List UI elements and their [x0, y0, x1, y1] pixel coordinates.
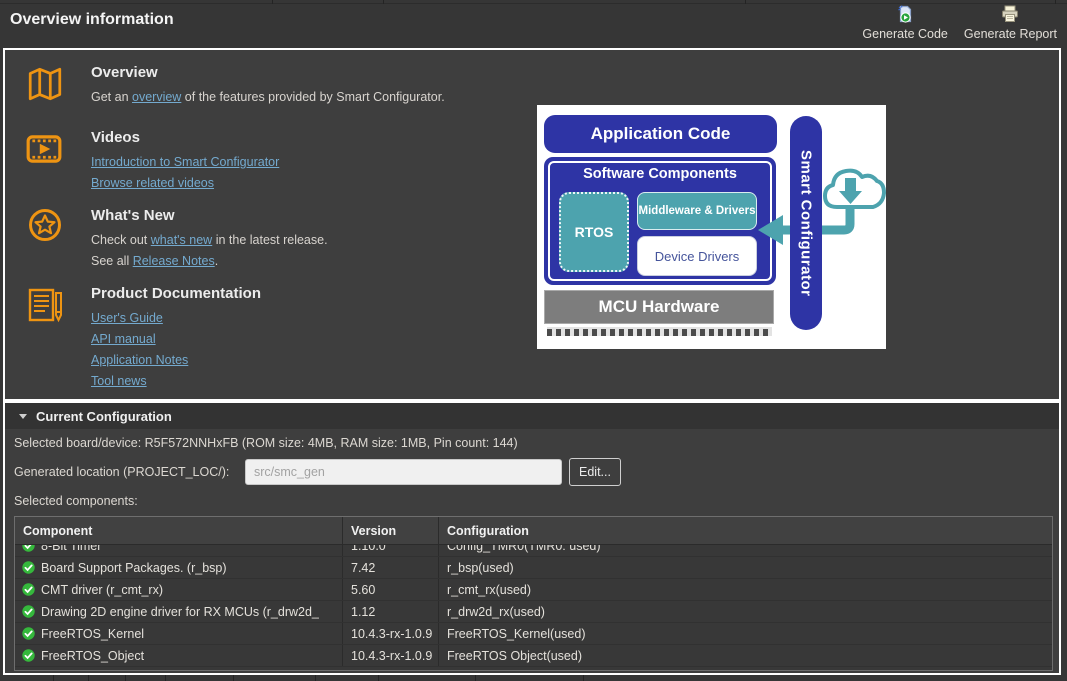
overview-panel: Overview Get an overview of the features… — [3, 48, 1061, 675]
cell-component: 8-Bit Timer — [41, 545, 101, 553]
map-icon — [26, 65, 64, 103]
check-icon — [22, 583, 35, 596]
documentation-icon — [25, 285, 65, 327]
cell-version: 1.12 — [342, 601, 438, 622]
whats-new-line1: Check out what's new in the latest relea… — [91, 233, 328, 247]
current-configuration-header[interactable]: Current Configuration — [5, 403, 1059, 429]
check-icon — [22, 561, 35, 574]
whats-new-title: What's New — [91, 207, 175, 224]
table-row[interactable]: FreeRTOS_Object 10.4.3-rx-1.0.9 FreeRTOS… — [15, 645, 1052, 667]
generate-report-button[interactable]: Generate Report — [964, 4, 1057, 41]
cell-version: 10.4.3-rx-1.0.9 — [342, 623, 438, 644]
tab-divider — [88, 675, 89, 681]
cell-component: Drawing 2D engine driver for RX MCUs (r_… — [41, 605, 319, 619]
table-row[interactable]: FreeRTOS_Kernel 10.4.3-rx-1.0.9 FreeRTOS… — [15, 623, 1052, 645]
cell-configuration: Config_TMR0(TMR0: used) — [438, 545, 1052, 556]
edit-button[interactable]: Edit... — [569, 458, 621, 486]
cell-component: CMT driver (r_cmt_rx) — [41, 583, 163, 597]
view-toolbar: Overview information Generate Code Gener… — [0, 0, 1067, 48]
cell-configuration: FreeRTOS_Kernel(used) — [438, 623, 1052, 644]
tab-divider — [383, 0, 384, 4]
generated-location-input[interactable] — [245, 459, 562, 485]
whats-new-line1-after: in the latest release. — [212, 233, 327, 247]
diagram-smart-configurator: Smart Configurator — [790, 116, 822, 330]
tab-divider — [745, 0, 746, 4]
cell-component: FreeRTOS_Object — [41, 649, 144, 663]
generate-code-button[interactable]: Generate Code — [862, 4, 947, 41]
cell-configuration: r_cmt_rx(used) — [438, 579, 1052, 600]
table-row[interactable]: CMT driver (r_cmt_rx) 5.60 r_cmt_rx(used… — [15, 579, 1052, 601]
videos-browse-link[interactable]: Browse related videos — [91, 176, 214, 190]
column-header-configuration[interactable]: Configuration — [438, 517, 1052, 544]
cell-version: 7.42 — [342, 557, 438, 578]
generate-report-icon — [1000, 4, 1020, 24]
selected-components-label: Selected components: — [14, 494, 138, 508]
overview-text-before: Get an — [91, 90, 132, 104]
toolbar-actions: Generate Code Generate Report — [862, 4, 1057, 41]
cell-component: FreeRTOS_Kernel — [41, 627, 144, 641]
cell-configuration: FreeRTOS Object(used) — [438, 645, 1052, 666]
users-guide-link[interactable]: User's Guide — [91, 311, 163, 325]
api-manual-link[interactable]: API manual — [91, 332, 156, 346]
whats-new-line2-after: . — [215, 254, 218, 268]
generate-code-label: Generate Code — [862, 27, 947, 41]
generate-code-icon — [895, 4, 915, 24]
videos-title: Videos — [91, 129, 140, 146]
column-header-version[interactable]: Version — [342, 517, 438, 544]
cell-configuration: r_drw2d_rx(used) — [438, 601, 1052, 622]
check-icon — [22, 545, 35, 552]
arrow-left-icon — [758, 215, 783, 245]
tab-divider — [378, 675, 379, 681]
tab-divider — [53, 675, 54, 681]
cell-version: 5.60 — [342, 579, 438, 600]
overview-title: Overview — [91, 64, 158, 81]
tab-divider — [233, 675, 234, 681]
overview-link[interactable]: overview — [132, 90, 181, 104]
diagram-smart-configurator-label: Smart Configurator — [798, 150, 815, 297]
cell-configuration: r_bsp(used) — [438, 557, 1052, 578]
current-configuration-title: Current Configuration — [36, 409, 172, 424]
tab-divider — [272, 0, 273, 4]
application-notes-link[interactable]: Application Notes — [91, 353, 188, 367]
whats-new-line2: See all Release Notes. — [91, 254, 218, 268]
check-icon — [22, 627, 35, 640]
selected-board-line: Selected board/device: R5F572NNHxFB (ROM… — [14, 436, 518, 450]
tab-divider — [315, 675, 316, 681]
table-row[interactable]: 8-Bit Timer 1.10.0 Config_TMR0(TMR0: use… — [15, 545, 1052, 557]
check-icon — [22, 605, 35, 618]
collapse-triangle-icon — [19, 414, 27, 419]
components-table-body: 8-Bit Timer 1.10.0 Config_TMR0(TMR0: use… — [15, 545, 1052, 671]
components-table: Component Version Configuration 8-Bit Ti… — [14, 516, 1053, 671]
tab-divider — [475, 675, 476, 681]
column-header-component[interactable]: Component — [15, 524, 342, 538]
bottom-tab-strip — [0, 675, 1067, 681]
tool-news-link[interactable]: Tool news — [91, 374, 147, 388]
release-notes-link[interactable]: Release Notes — [133, 254, 215, 268]
cell-version: 10.4.3-rx-1.0.9 — [342, 645, 438, 666]
whats-new-line1-before: Check out — [91, 233, 151, 247]
generated-location-label: Generated location (PROJECT_LOC/): — [14, 465, 229, 479]
table-row[interactable]: Drawing 2D engine driver for RX MCUs (r_… — [15, 601, 1052, 623]
whats-new-icon — [27, 207, 63, 243]
check-icon — [22, 649, 35, 662]
table-row[interactable]: Board Support Packages. (r_bsp) 7.42 r_b… — [15, 557, 1052, 579]
tab-divider — [165, 675, 166, 681]
architecture-diagram: Application Code Software Components RTO… — [537, 105, 886, 349]
cell-component: Board Support Packages. (r_bsp) — [41, 561, 227, 575]
video-icon — [25, 130, 63, 168]
components-table-header: Component Version Configuration — [15, 517, 1052, 545]
whats-new-line2-before: See all — [91, 254, 133, 268]
overview-text: Get an overview of the features provided… — [91, 90, 445, 104]
whats-new-link[interactable]: what's new — [151, 233, 212, 247]
diagram-cloud-arrow — [537, 105, 886, 349]
tab-divider — [583, 675, 584, 681]
cell-version: 1.10.0 — [342, 545, 438, 556]
page-title: Overview information — [10, 11, 174, 29]
generate-report-label: Generate Report — [964, 27, 1057, 41]
tab-divider — [125, 675, 126, 681]
videos-intro-link[interactable]: Introduction to Smart Configurator — [91, 155, 279, 169]
docs-title: Product Documentation — [91, 285, 261, 302]
overview-text-after: of the features provided by Smart Config… — [181, 90, 444, 104]
